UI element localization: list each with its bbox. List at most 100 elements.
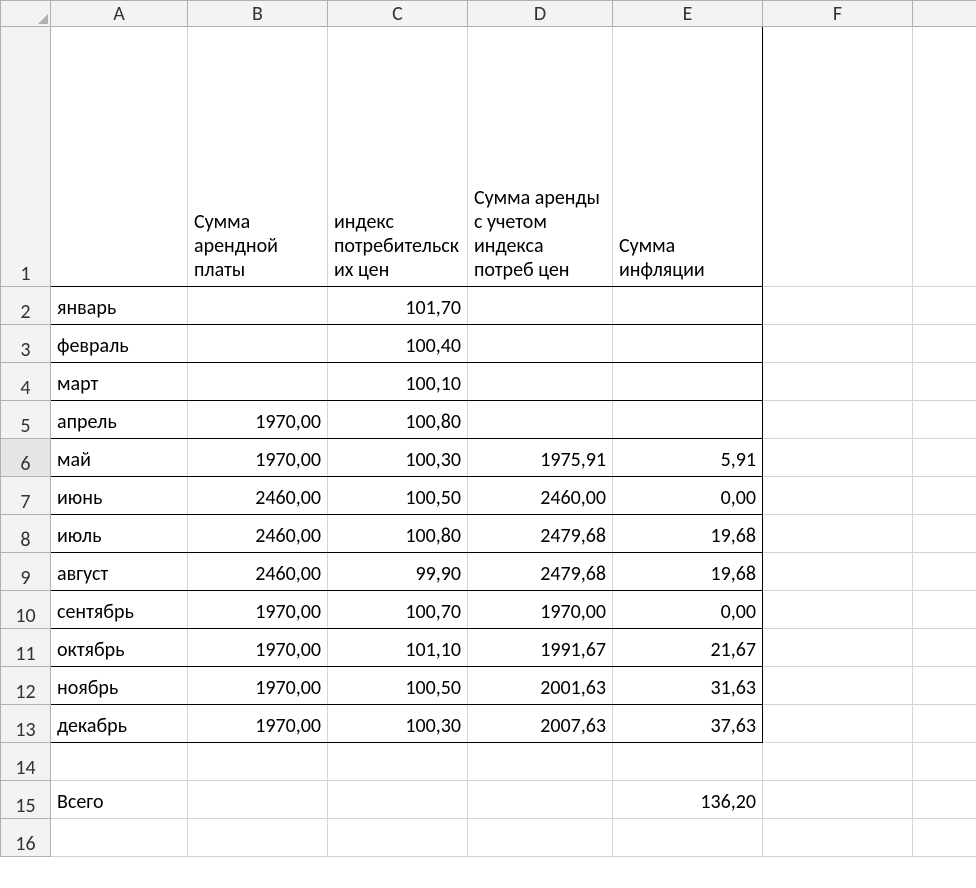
cell-G2[interactable]: [913, 287, 976, 325]
cell-E5[interactable]: [613, 401, 763, 439]
cell-B16[interactable]: [188, 819, 328, 857]
cell-G14[interactable]: [913, 743, 976, 781]
cell-A12[interactable]: ноябрь: [51, 667, 188, 705]
cell-D5[interactable]: [468, 401, 613, 439]
col-header-F[interactable]: F: [763, 1, 913, 27]
cell-C5[interactable]: 100,80: [328, 401, 468, 439]
cell-F4[interactable]: [763, 363, 913, 401]
row-header-1[interactable]: 1: [1, 27, 51, 287]
cell-F3[interactable]: [763, 325, 913, 363]
cell-C7[interactable]: 100,50: [328, 477, 468, 515]
cell-B2[interactable]: [188, 287, 328, 325]
cell-G8[interactable]: [913, 515, 976, 553]
cell-D12[interactable]: 2001,63: [468, 667, 613, 705]
col-header-A[interactable]: A: [51, 1, 188, 27]
cell-B14[interactable]: [188, 743, 328, 781]
cell-A11[interactable]: октябрь: [51, 629, 188, 667]
cell-E3[interactable]: [613, 325, 763, 363]
cell-F7[interactable]: [763, 477, 913, 515]
row-header-16[interactable]: 16: [1, 819, 51, 857]
cell-A1[interactable]: [51, 27, 188, 287]
cell-F9[interactable]: [763, 553, 913, 591]
cell-A14[interactable]: [51, 743, 188, 781]
cell-E2[interactable]: [613, 287, 763, 325]
row-header-6[interactable]: 6: [1, 439, 51, 477]
cell-B1[interactable]: Сумма арендной платы: [188, 27, 328, 287]
cell-E1[interactable]: Сумма инфляции: [613, 27, 763, 287]
cell-C2[interactable]: 101,70: [328, 287, 468, 325]
cell-D15[interactable]: [468, 781, 613, 819]
cell-C12[interactable]: 100,50: [328, 667, 468, 705]
cell-A15[interactable]: Всего: [51, 781, 188, 819]
cell-E6[interactable]: 5,91: [613, 439, 763, 477]
cell-E4[interactable]: [613, 363, 763, 401]
cell-D4[interactable]: [468, 363, 613, 401]
cell-A7[interactable]: июнь: [51, 477, 188, 515]
cell-C3[interactable]: 100,40: [328, 325, 468, 363]
row-header-14[interactable]: 14: [1, 743, 51, 781]
cell-F2[interactable]: [763, 287, 913, 325]
row-header-9[interactable]: 9: [1, 553, 51, 591]
cell-C15[interactable]: [328, 781, 468, 819]
cell-C11[interactable]: 101,10: [328, 629, 468, 667]
cell-C13[interactable]: 100,30: [328, 705, 468, 743]
cell-B12[interactable]: 1970,00: [188, 667, 328, 705]
cell-D11[interactable]: 1991,67: [468, 629, 613, 667]
cell-C10[interactable]: 100,70: [328, 591, 468, 629]
cell-G15[interactable]: [913, 781, 976, 819]
cell-B10[interactable]: 1970,00: [188, 591, 328, 629]
cell-B3[interactable]: [188, 325, 328, 363]
cell-E9[interactable]: 19,68: [613, 553, 763, 591]
cell-G13[interactable]: [913, 705, 976, 743]
cell-E15[interactable]: 136,20: [613, 781, 763, 819]
cell-D3[interactable]: [468, 325, 613, 363]
cell-G9[interactable]: [913, 553, 976, 591]
row-header-3[interactable]: 3: [1, 325, 51, 363]
cell-A3[interactable]: февраль: [51, 325, 188, 363]
cell-A13[interactable]: декабрь: [51, 705, 188, 743]
row-header-2[interactable]: 2: [1, 287, 51, 325]
cell-F16[interactable]: [763, 819, 913, 857]
cell-F5[interactable]: [763, 401, 913, 439]
cell-B9[interactable]: 2460,00: [188, 553, 328, 591]
col-header-E[interactable]: E: [613, 1, 763, 27]
cell-C8[interactable]: 100,80: [328, 515, 468, 553]
cell-G10[interactable]: [913, 591, 976, 629]
cell-G16[interactable]: [913, 819, 976, 857]
col-header-C[interactable]: C: [328, 1, 468, 27]
cell-G7[interactable]: [913, 477, 976, 515]
cell-G5[interactable]: [913, 401, 976, 439]
cell-E11[interactable]: 21,67: [613, 629, 763, 667]
cell-F12[interactable]: [763, 667, 913, 705]
cell-C6[interactable]: 100,30: [328, 439, 468, 477]
cell-F6[interactable]: [763, 439, 913, 477]
cell-F14[interactable]: [763, 743, 913, 781]
row-header-5[interactable]: 5: [1, 401, 51, 439]
row-header-13[interactable]: 13: [1, 705, 51, 743]
cell-B8[interactable]: 2460,00: [188, 515, 328, 553]
cell-D2[interactable]: [468, 287, 613, 325]
cell-E16[interactable]: [613, 819, 763, 857]
cell-B5[interactable]: 1970,00: [188, 401, 328, 439]
grid[interactable]: A B C D E F 1 Сумма арендной платы индек…: [0, 0, 976, 857]
cell-A10[interactable]: сентябрь: [51, 591, 188, 629]
cell-E12[interactable]: 31,63: [613, 667, 763, 705]
row-header-11[interactable]: 11: [1, 629, 51, 667]
cell-D13[interactable]: 2007,63: [468, 705, 613, 743]
col-header-partial[interactable]: [913, 1, 976, 27]
cell-C4[interactable]: 100,10: [328, 363, 468, 401]
cell-A16[interactable]: [51, 819, 188, 857]
row-header-12[interactable]: 12: [1, 667, 51, 705]
spreadsheet[interactable]: A B C D E F 1 Сумма арендной платы индек…: [0, 0, 976, 888]
cell-F1[interactable]: [763, 27, 913, 287]
cell-D16[interactable]: [468, 819, 613, 857]
cell-E8[interactable]: 19,68: [613, 515, 763, 553]
cell-G1[interactable]: [913, 27, 976, 287]
cell-E10[interactable]: 0,00: [613, 591, 763, 629]
cell-B4[interactable]: [188, 363, 328, 401]
cell-F8[interactable]: [763, 515, 913, 553]
cell-A4[interactable]: март: [51, 363, 188, 401]
cell-E13[interactable]: 37,63: [613, 705, 763, 743]
cell-A8[interactable]: июль: [51, 515, 188, 553]
cell-E7[interactable]: 0,00: [613, 477, 763, 515]
